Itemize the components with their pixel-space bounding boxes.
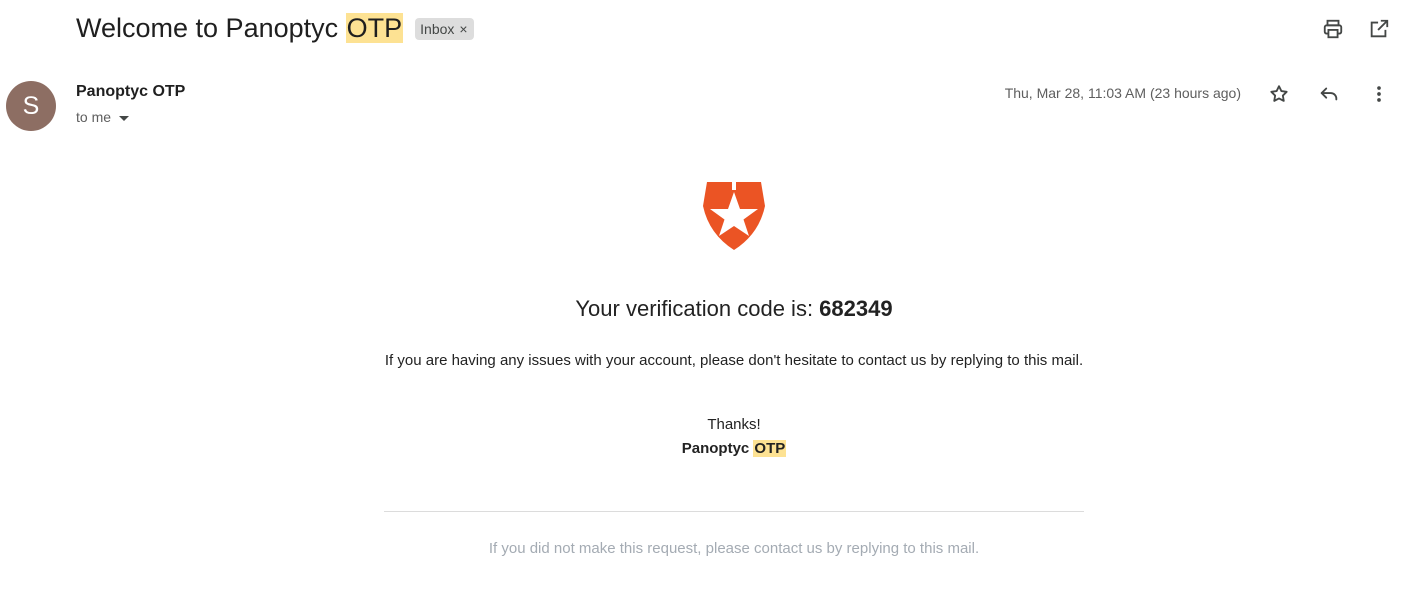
avatar-letter: S: [22, 91, 40, 120]
subject-text: Welcome to Panoptyc: [76, 12, 346, 43]
support-message: If you are having any issues with your a…: [384, 352, 1084, 369]
verification-code-label: Your verification code is:: [575, 296, 820, 321]
email-view: Welcome to Panoptyc OTP Inbox × S Panopt…: [0, 0, 1412, 611]
recipient-details-toggle[interactable]: to me: [76, 109, 130, 125]
email-subject: Welcome to Panoptyc OTP: [76, 12, 404, 44]
recipient-text: to me: [76, 109, 112, 125]
verification-code: 682349: [819, 296, 893, 321]
chevron-down-icon: [119, 115, 130, 121]
footer-divider: [384, 511, 1084, 512]
star-icon[interactable]: [1266, 81, 1292, 107]
open-in-new-window-icon[interactable]: [1366, 16, 1392, 42]
remove-label-icon[interactable]: ×: [459, 21, 467, 37]
signature-text: Panoptyc: [681, 440, 754, 457]
verification-code-line: Your verification code is: 682349: [384, 296, 1084, 322]
inbox-label-chip[interactable]: Inbox ×: [415, 18, 474, 40]
subject-search-highlight: OTP: [345, 12, 404, 43]
inbox-label-text: Inbox: [420, 21, 455, 37]
footer-note: If you did not make this request, please…: [488, 540, 980, 557]
sender-avatar[interactable]: S: [6, 81, 56, 131]
message-actions: [1266, 81, 1392, 107]
email-body: Your verification code is: 682349 If you…: [384, 178, 1084, 557]
signature-search-highlight: OTP: [753, 440, 787, 457]
thread-actions: [1320, 16, 1392, 42]
reply-icon[interactable]: [1316, 81, 1342, 107]
shield-star-logo: [703, 182, 765, 250]
more-vert-icon[interactable]: [1366, 81, 1392, 107]
subject-row: Welcome to Panoptyc OTP Inbox ×: [76, 8, 474, 48]
print-icon[interactable]: [1320, 16, 1346, 42]
thanks-text: Thanks!: [707, 416, 761, 433]
sender-name[interactable]: Panoptyc OTP: [76, 83, 185, 101]
message-timestamp: Thu, Mar 28, 11:03 AM (23 hours ago): [1004, 85, 1241, 101]
signature: Panoptyc OTP: [384, 437, 1084, 461]
